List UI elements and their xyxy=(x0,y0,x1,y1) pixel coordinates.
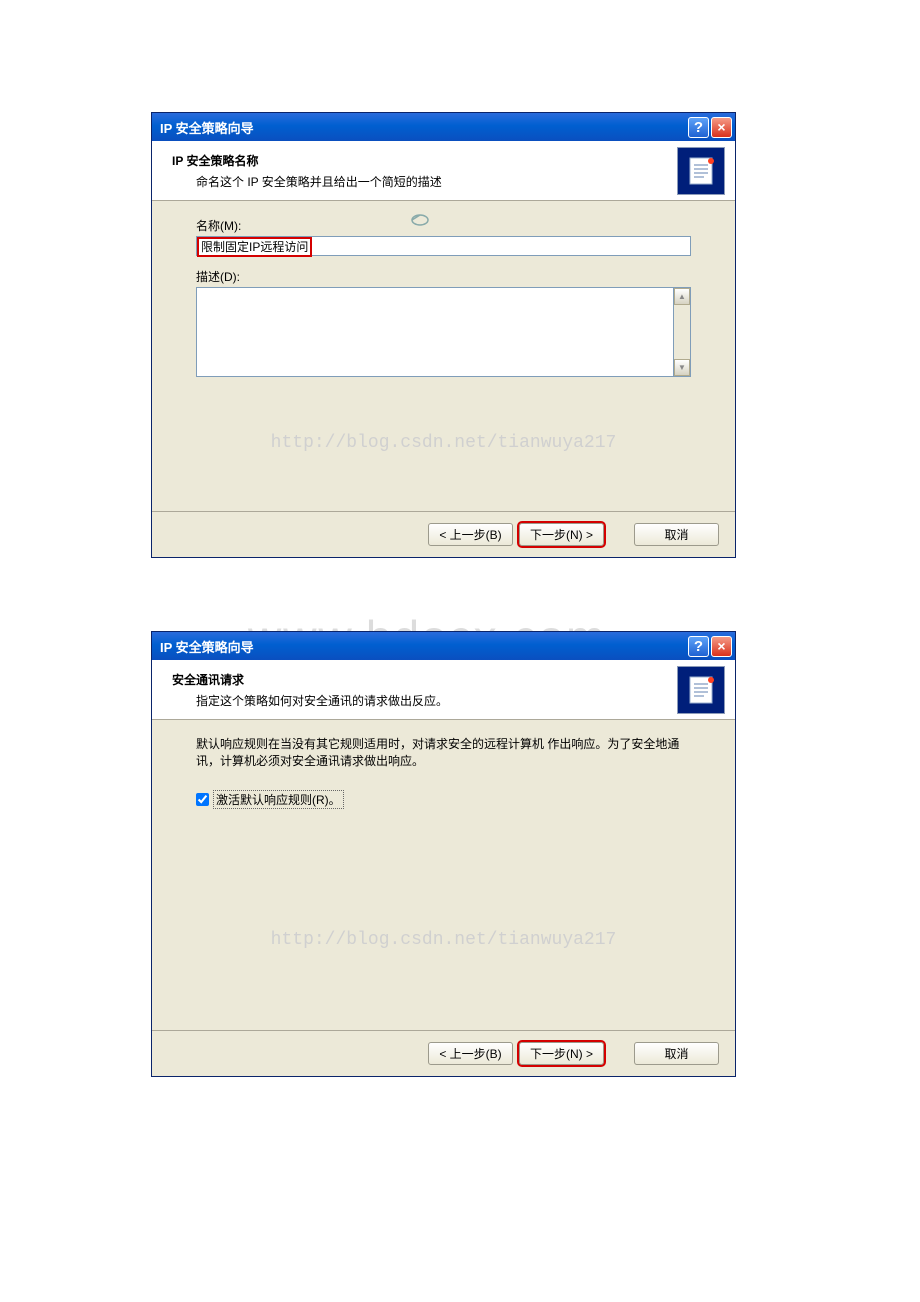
name-label: 名称(M): xyxy=(196,217,691,234)
scroll-down-icon[interactable]: ▼ xyxy=(674,359,690,376)
next-button[interactable]: 下一步(N) > xyxy=(519,523,604,546)
dialog-header: IP 安全策略名称 命名这个 IP 安全策略并且给出一个简短的描述 xyxy=(152,141,735,201)
policy-icon xyxy=(677,147,725,195)
header-title: IP 安全策略名称 xyxy=(172,152,677,169)
dialog-content: 默认响应规则在当没有其它规则适用时，对请求安全的远程计算机 作出响应。为了安全地… xyxy=(152,720,735,1030)
help-button[interactable]: ? xyxy=(688,636,709,657)
titlebar[interactable]: IP 安全策略向导 ? × xyxy=(152,113,735,141)
ip-security-wizard-name-dialog: IP 安全策略向导 ? × IP 安全策略名称 命名这个 IP 安全策略并且给出… xyxy=(151,112,736,558)
header-title: 安全通讯请求 xyxy=(172,671,677,688)
dialog-footer: < 上一步(B) 下一步(N) > 取消 xyxy=(152,1030,735,1076)
dialog-footer: < 上一步(B) 下一步(N) > 取消 xyxy=(152,511,735,557)
body-text: 默认响应规则在当没有其它规则适用时，对请求安全的远程计算机 作出响应。为了安全地… xyxy=(196,736,691,770)
name-value-highlight: 限制固定IP远程访问 xyxy=(197,237,312,257)
ip-security-wizard-request-dialog: IP 安全策略向导 ? × 安全通讯请求 指定这个策略如何对安全通讯的请求做出反… xyxy=(151,631,736,1077)
name-input[interactable]: 限制固定IP远程访问 xyxy=(196,236,691,256)
cancel-button[interactable]: 取消 xyxy=(634,523,719,546)
desc-label: 描述(D): xyxy=(196,268,691,285)
cancel-button[interactable]: 取消 xyxy=(634,1042,719,1065)
dialog-header: 安全通讯请求 指定这个策略如何对安全通讯的请求做出反应。 xyxy=(152,660,735,720)
close-button[interactable]: × xyxy=(711,636,732,657)
header-subtitle: 指定这个策略如何对安全通讯的请求做出反应。 xyxy=(172,692,677,709)
titlebar-text: IP 安全策略向导 xyxy=(160,118,688,137)
dialog-content: 名称(M): 限制固定IP远程访问 描述(D): ▲ ▼ http://blog… xyxy=(152,201,735,511)
close-button[interactable]: × xyxy=(711,117,732,138)
activate-default-rule-checkbox[interactable] xyxy=(196,793,209,806)
description-textarea[interactable] xyxy=(196,287,674,377)
help-button[interactable]: ? xyxy=(688,117,709,138)
textarea-scrollbar[interactable]: ▲ ▼ xyxy=(674,287,691,377)
watermark-url: http://blog.csdn.net/tianwuya217 xyxy=(271,433,617,453)
back-button[interactable]: < 上一步(B) xyxy=(428,523,513,546)
checkbox-label: 激活默认响应规则(R)。 xyxy=(213,790,344,809)
policy-icon xyxy=(677,666,725,714)
cursor-icon xyxy=(410,209,432,227)
titlebar[interactable]: IP 安全策略向导 ? × xyxy=(152,632,735,660)
scroll-up-icon[interactable]: ▲ xyxy=(674,288,690,305)
watermark-url: http://blog.csdn.net/tianwuya217 xyxy=(271,930,617,950)
header-subtitle: 命名这个 IP 安全策略并且给出一个简短的描述 xyxy=(172,173,677,190)
next-button[interactable]: 下一步(N) > xyxy=(519,1042,604,1065)
titlebar-text: IP 安全策略向导 xyxy=(160,637,688,656)
back-button[interactable]: < 上一步(B) xyxy=(428,1042,513,1065)
